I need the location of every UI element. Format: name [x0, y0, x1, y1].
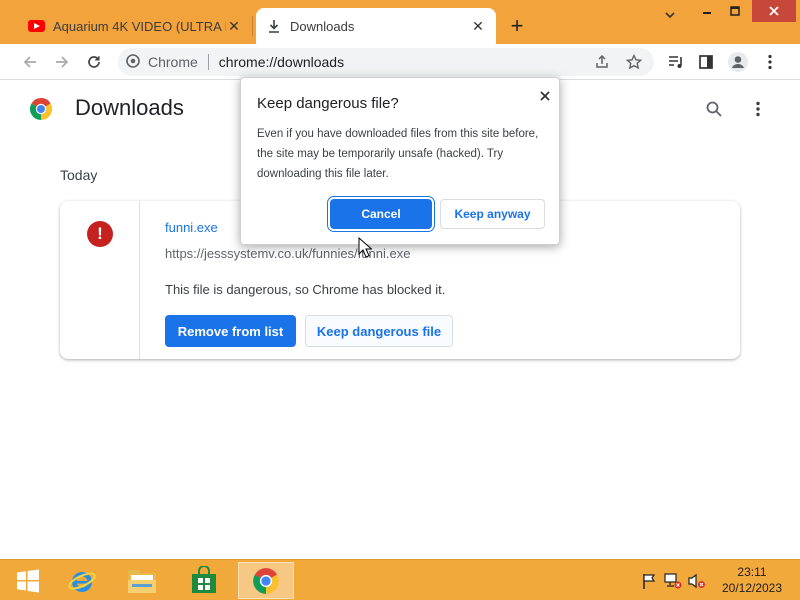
download-icon — [266, 18, 282, 34]
clock-date: 20/12/2023 — [721, 581, 783, 595]
store-icon[interactable] — [176, 562, 232, 599]
toolbar: Chrome chrome://downloads — [0, 44, 800, 80]
keep-dangerous-file-dialog: Keep dangerous file? Even if you have do… — [240, 77, 560, 245]
site-chip: Chrome — [148, 54, 198, 70]
mouse-cursor-icon — [358, 236, 373, 259]
new-tab-button[interactable]: + — [505, 12, 529, 40]
close-icon[interactable] — [535, 86, 555, 106]
chrome-page-icon — [126, 53, 140, 71]
start-button[interactable] — [0, 562, 56, 599]
file-icon-column: ! — [60, 201, 140, 359]
tab-search-icon[interactable] — [656, 4, 684, 26]
chrome-taskbar-icon[interactable] — [238, 562, 294, 599]
forward-icon[interactable] — [48, 48, 76, 76]
more-actions-icon[interactable] — [746, 97, 770, 121]
profile-avatar-icon[interactable] — [724, 48, 752, 76]
tab-aquarium[interactable]: Aquarium 4K VIDEO (ULTRA HD) « ✕ — [18, 8, 252, 44]
file-status-text: This file is dangerous, so Chrome has bl… — [165, 282, 446, 297]
close-window-button[interactable] — [752, 0, 796, 22]
omnibox-divider — [207, 54, 209, 70]
tab-downloads[interactable]: Downloads ✕ — [256, 8, 496, 44]
remove-from-list-button[interactable]: Remove from list — [165, 315, 296, 347]
chrome-logo-icon — [29, 97, 53, 121]
browser-menu-icon[interactable] — [756, 48, 784, 76]
file-source-url[interactable]: https://jesssystemv.co.uk/funnies/funni.… — [165, 246, 410, 261]
internet-explorer-icon[interactable] — [54, 562, 110, 599]
media-controls-icon[interactable] — [662, 48, 690, 76]
volume-muted-icon[interactable] — [688, 572, 706, 590]
side-panel-icon[interactable] — [692, 48, 720, 76]
action-center-flag-icon[interactable] — [640, 572, 658, 590]
file-name-link[interactable]: funni.exe — [165, 220, 218, 235]
dialog-message: Even if you have downloaded files from t… — [257, 128, 539, 180]
keep-anyway-button[interactable]: Keep anyway — [440, 199, 545, 229]
maximize-button[interactable] — [722, 0, 748, 22]
file-explorer-icon[interactable] — [114, 562, 170, 599]
clock-time: 23:11 — [737, 565, 767, 579]
reload-icon[interactable] — [80, 48, 108, 76]
tab-title: Aquarium 4K VIDEO (ULTRA HD) « — [53, 18, 226, 34]
tab-title: Downloads — [290, 18, 355, 34]
keep-dangerous-file-button[interactable]: Keep dangerous file — [305, 315, 453, 347]
youtube-icon — [28, 20, 45, 32]
share-icon[interactable] — [588, 48, 616, 76]
system-clock[interactable]: 23:11 20/12/2023 — [712, 564, 792, 596]
taskbar: 23:11 20/12/2023 — [0, 559, 800, 600]
cancel-button[interactable]: Cancel — [330, 199, 432, 229]
dialog-title: Keep dangerous file? — [257, 95, 399, 112]
page-title: Downloads — [75, 95, 184, 120]
danger-warning-icon: ! — [87, 221, 113, 247]
tab-separator — [252, 16, 253, 36]
network-icon[interactable] — [664, 572, 682, 590]
address-bar[interactable]: Chrome chrome://downloads — [118, 48, 654, 76]
close-tab-icon[interactable]: ✕ — [226, 18, 242, 34]
tab-strip: Aquarium 4K VIDEO (ULTRA HD) « ✕ Downloa… — [0, 0, 800, 44]
browser-window: Aquarium 4K VIDEO (ULTRA HD) « ✕ Downloa… — [0, 0, 800, 559]
url-text: chrome://downloads — [218, 54, 345, 70]
close-tab-icon[interactable]: ✕ — [470, 18, 486, 34]
minimize-button[interactable] — [694, 0, 720, 22]
date-heading: Today — [60, 167, 98, 183]
bookmark-star-icon[interactable] — [620, 48, 648, 76]
back-icon[interactable] — [16, 48, 44, 76]
search-icon[interactable] — [702, 97, 726, 121]
